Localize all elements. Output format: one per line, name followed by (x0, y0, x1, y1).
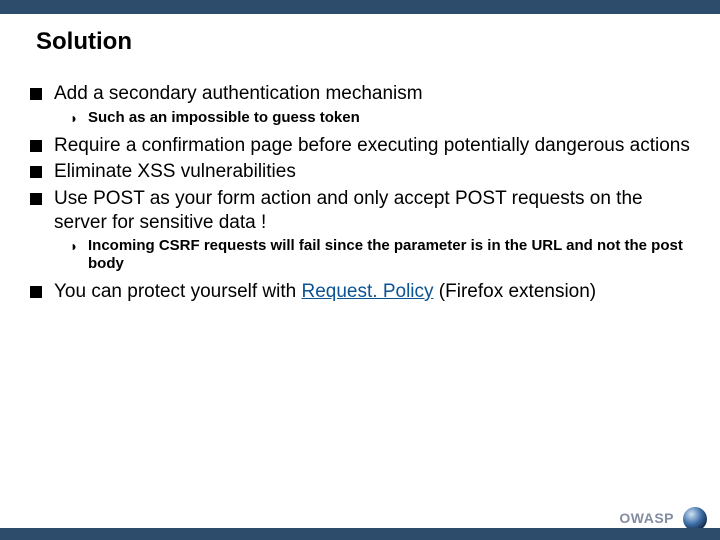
bullet-text: Require a confirmation page before execu… (54, 134, 690, 159)
square-bullet-icon (30, 160, 54, 185)
bullet-text: Eliminate XSS vulnerabilities (54, 160, 690, 185)
footer: OWASP (0, 510, 720, 540)
bullet-item: Eliminate XSS vulnerabilities (30, 160, 690, 185)
footer-brand: OWASP (619, 510, 674, 526)
slide-body: Add a secondary authentication mechanism… (0, 56, 720, 540)
triangle-bullet-icon: ◗ (70, 109, 88, 128)
square-bullet-icon (30, 82, 54, 107)
top-bar (0, 0, 720, 14)
triangle-bullet-icon: ◗ (70, 237, 88, 275)
bullet-text: You can protect yourself with Request. P… (54, 280, 690, 305)
bullet-item: Add a secondary authentication mechanism (30, 82, 690, 107)
sub-bullet-text: Such as an impossible to guess token (88, 109, 690, 128)
sub-bullet-text: Incoming CSRF requests will fail since t… (88, 237, 690, 275)
bottom-bar (0, 528, 720, 540)
bullet-item: Require a confirmation page before execu… (30, 134, 690, 159)
square-bullet-icon (30, 134, 54, 159)
bullet-text: Use POST as your form action and only ac… (54, 187, 690, 235)
bullet-text: Add a secondary authentication mechanism (54, 82, 690, 107)
bullet-item: You can protect yourself with Request. P… (30, 280, 690, 305)
slide-title: Solution (0, 14, 720, 56)
square-bullet-icon (30, 280, 54, 305)
square-bullet-icon (30, 187, 54, 235)
bullet-text-suffix: (Firefox extension) (434, 281, 597, 302)
bullet-item: Use POST as your form action and only ac… (30, 187, 690, 235)
sub-bullet-item: ◗ Incoming CSRF requests will fail since… (70, 237, 690, 275)
bullet-text-prefix: You can protect yourself with (54, 281, 302, 302)
sub-bullet-item: ◗ Such as an impossible to guess token (70, 109, 690, 128)
request-policy-link[interactable]: Request. Policy (302, 281, 434, 302)
slide: Solution Add a secondary authentication … (0, 0, 720, 540)
